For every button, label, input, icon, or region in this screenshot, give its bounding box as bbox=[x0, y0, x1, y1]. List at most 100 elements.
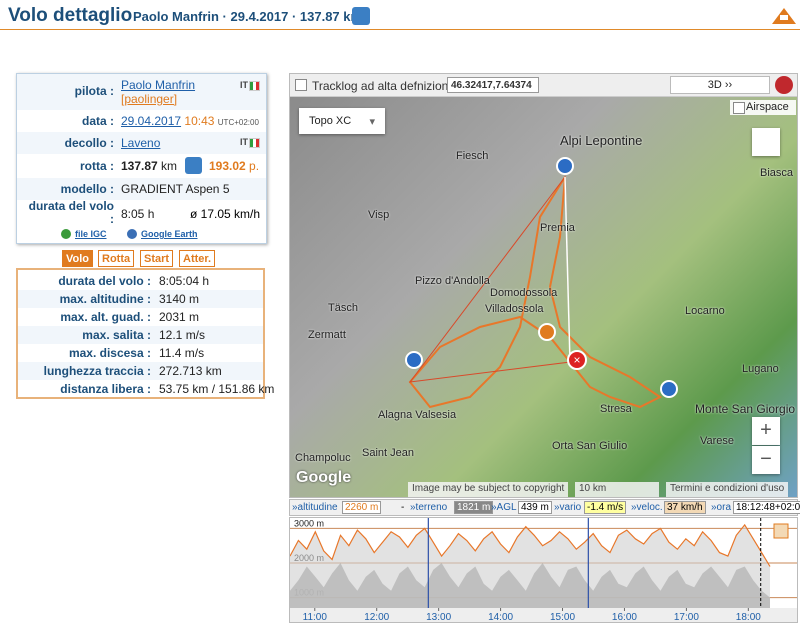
row-durata: durata del volo : 8:05 h ø 17.05 km/h bbox=[17, 200, 266, 226]
time-value: 10:43 bbox=[184, 114, 215, 128]
route-value: 137.87 km bbox=[121, 159, 178, 173]
x-tick-label: 15:00 bbox=[550, 612, 575, 623]
search-icon[interactable] bbox=[775, 76, 793, 94]
map-label: Monte San Giorgio bbox=[695, 402, 796, 416]
map-label: Saint Jean bbox=[362, 447, 414, 459]
waypoint-marker[interactable] bbox=[660, 380, 678, 398]
map-label: Pizzo d'Andolla bbox=[415, 275, 490, 287]
stat-row: max. discesa : 11.4 m/s bbox=[18, 344, 263, 362]
tab-rotta[interactable]: Rotta bbox=[98, 250, 135, 267]
igc-download-link[interactable]: file IGC bbox=[75, 229, 107, 239]
rotta-label: rotta : bbox=[80, 159, 114, 173]
avg-speed-value: ø 17.05 km/h bbox=[190, 207, 261, 221]
y-tick-label: 3000 m bbox=[294, 518, 324, 528]
stat-label: max. discesa : bbox=[68, 346, 151, 360]
tab-volo[interactable]: Volo bbox=[62, 250, 94, 267]
glider-marker[interactable] bbox=[538, 323, 556, 341]
map-label: Täsch bbox=[328, 302, 358, 314]
vario-value: -1.4 m/s bbox=[584, 501, 627, 514]
dash-value: - bbox=[401, 502, 405, 513]
agl-label: »AGL bbox=[491, 502, 517, 513]
map-label: Domodossola bbox=[490, 287, 558, 299]
x-tick-label: 17:00 bbox=[674, 612, 699, 623]
waypoint-marker[interactable] bbox=[556, 157, 574, 175]
stat-value: 2031 m bbox=[159, 310, 200, 324]
map-label: Villadossola bbox=[485, 303, 544, 315]
stat-label: max. salita : bbox=[82, 328, 151, 342]
stat-label: distanza libera : bbox=[60, 382, 151, 396]
google-earth-icon bbox=[127, 229, 137, 239]
tab-atter[interactable]: Atter. bbox=[179, 250, 216, 267]
tab-start[interactable]: Start bbox=[140, 250, 174, 267]
duration-value: 8:05 h bbox=[121, 207, 155, 221]
map-label: Champoluc bbox=[295, 452, 351, 464]
share-icon[interactable] bbox=[352, 7, 370, 25]
stat-row: max. altitudine : 3140 m bbox=[18, 290, 263, 308]
waypoint-marker[interactable] bbox=[405, 351, 423, 369]
map-canvas[interactable]: Alpi Lepontine Domodossola Villadossola … bbox=[290, 97, 797, 497]
page-subtitle: Paolo Manfrin · 29.4.2017 · 137.87 km bbox=[133, 9, 363, 24]
x-tick-label: 11:00 bbox=[303, 612, 328, 623]
igc-icon bbox=[61, 229, 71, 239]
copyright-notice: Image may be subject to copyright bbox=[408, 482, 569, 497]
zoom-in-button[interactable]: + bbox=[752, 417, 780, 445]
map-toolbar: Tracklog ad alta defnizione 46.32417,7.6… bbox=[290, 74, 797, 97]
x-tick-label: 18:00 bbox=[736, 612, 761, 623]
speed-label: »veloc. bbox=[631, 502, 663, 513]
landing-marker[interactable]: × bbox=[567, 350, 587, 370]
flag-it-takeoff: IT bbox=[240, 137, 260, 148]
airspace-toggle[interactable]: Airspace bbox=[730, 100, 796, 115]
page: Volo dettaglio Paolo Manfrin · 29.4.2017… bbox=[0, 0, 800, 625]
map-label: Alagna Valsesia bbox=[378, 409, 457, 421]
header: Volo dettaglio Paolo Manfrin · 29.4.2017… bbox=[0, 0, 800, 30]
row-decollo: decollo : Laveno IT bbox=[17, 132, 266, 154]
decollo-label: decollo : bbox=[64, 136, 114, 150]
terms-link[interactable]: Termini e condizioni d'uso bbox=[666, 482, 789, 497]
3d-button[interactable]: 3D ›› bbox=[670, 76, 770, 94]
stat-value: 12.1 m/s bbox=[159, 328, 206, 342]
map-type-select[interactable]: Topo XC ▾ bbox=[299, 108, 385, 134]
stat-value: 8:05:04 h bbox=[159, 274, 210, 288]
google-logo: Google bbox=[296, 469, 352, 486]
map-label: Biasca bbox=[760, 167, 794, 179]
map-label: Lugano bbox=[742, 363, 779, 375]
stat-value: 53.75 km / 151.86 km bbox=[159, 382, 275, 396]
map-label: Fiesch bbox=[456, 150, 489, 162]
stat-label: max. altitudine : bbox=[59, 292, 151, 306]
route-type-icon[interactable] bbox=[185, 157, 202, 174]
tracklog-label: Tracklog ad alta defnizione bbox=[312, 79, 455, 93]
takeoff-link[interactable]: Laveno bbox=[121, 136, 160, 150]
time-value: 18:12:48+02:00 bbox=[733, 501, 800, 514]
alt-value: 2260 m bbox=[342, 501, 382, 514]
google-earth-link[interactable]: Google Earth bbox=[141, 229, 198, 239]
terrain-label: »terreno bbox=[410, 502, 448, 513]
date-link[interactable]: 29.04.2017 bbox=[121, 114, 181, 128]
pilota-label: pilota : bbox=[74, 84, 114, 98]
map-label: Varese bbox=[700, 435, 735, 447]
x-tick-label: 14:00 bbox=[488, 612, 513, 623]
warning-icon[interactable] bbox=[772, 8, 796, 24]
row-pilota: pilota : Paolo Manfrin [paolinger] IT bbox=[17, 74, 266, 110]
map-frame: Tracklog ad alta defnizione 46.32417,7.6… bbox=[289, 73, 798, 498]
map-label: Locarno bbox=[685, 305, 725, 317]
glider-value: GRADIENT Aspen 5 bbox=[121, 182, 230, 196]
pilot-handle-link[interactable]: [paolinger] bbox=[121, 92, 177, 106]
stat-row: max. alt. guad. : 2031 m bbox=[18, 308, 263, 326]
zoom-out-button[interactable]: − bbox=[752, 446, 780, 474]
map-label: Stresa bbox=[600, 403, 632, 415]
flight-info-panel: pilota : Paolo Manfrin [paolinger] IT da… bbox=[16, 73, 267, 244]
stat-value: 11.4 m/s bbox=[159, 346, 205, 360]
stat-row: distanza libera : 53.75 km / 151.86 km bbox=[18, 380, 274, 398]
stat-label: max. alt. guad. : bbox=[60, 310, 151, 324]
pilot-name-link[interactable]: Paolo Manfrin bbox=[121, 78, 195, 92]
tz-value: UTC+02:00 bbox=[217, 118, 259, 127]
modello-label: modello : bbox=[60, 182, 114, 196]
fullscreen-icon[interactable] bbox=[752, 128, 780, 156]
map-label: Alpi Lepontine bbox=[560, 133, 643, 148]
map-label: Visp bbox=[368, 209, 390, 221]
flag-it: IT bbox=[240, 80, 260, 91]
stat-row: lunghezza traccia : 272.713 km bbox=[18, 362, 263, 380]
speed-value: 37 km/h bbox=[664, 501, 706, 514]
tracklog-checkbox[interactable] bbox=[295, 79, 307, 91]
altitude-chart[interactable]: 3000 m2000 m1000 m11:0012:0013:0014:0015… bbox=[289, 517, 798, 623]
